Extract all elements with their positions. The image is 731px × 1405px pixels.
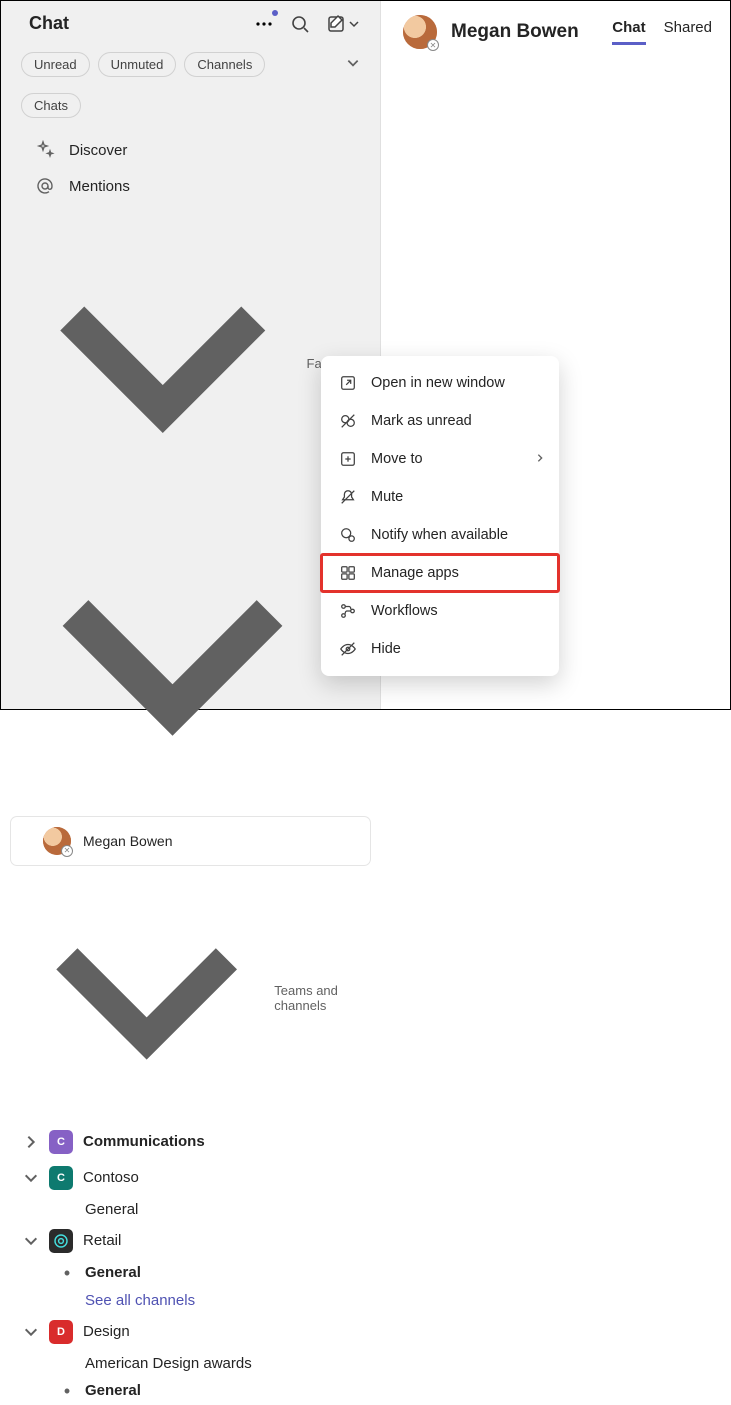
- search-button[interactable]: [290, 14, 310, 34]
- sidebar-header: Chat: [1, 1, 380, 44]
- ctx-label: Notify when available: [371, 527, 508, 543]
- filter-chip-channels[interactable]: Channels: [184, 52, 265, 77]
- mute-icon: [339, 488, 357, 506]
- channel-american-design[interactable]: American Design awards: [1, 1350, 380, 1377]
- team-avatar: [49, 1229, 73, 1253]
- presence-offline-icon: ✕: [427, 39, 439, 51]
- ctx-open-new-window[interactable]: Open in new window: [321, 364, 559, 402]
- team-avatar: D: [49, 1320, 73, 1344]
- ctx-mute[interactable]: Mute: [321, 478, 559, 516]
- see-all-channels-link[interactable]: See all channels: [1, 1287, 380, 1314]
- unread-bullet: •: [59, 1264, 75, 1282]
- move-to-icon: [339, 450, 357, 468]
- section-teams-label: Teams and channels: [274, 983, 360, 1013]
- team-name: Communications: [83, 1133, 205, 1150]
- ctx-manage-apps[interactable]: Manage apps: [321, 554, 559, 592]
- chat-item-megan[interactable]: ✕ Megan Bowen: [11, 817, 370, 865]
- channel-general[interactable]: General: [1, 1196, 380, 1223]
- team-name: Retail: [83, 1232, 121, 1249]
- chevron-down-icon: [27, 879, 266, 1118]
- mark-unread-icon: [339, 412, 357, 430]
- chevron-down-icon: [23, 1324, 39, 1340]
- filter-chip-unmuted[interactable]: Unmuted: [98, 52, 177, 77]
- team-retail[interactable]: Retail: [1, 1223, 380, 1259]
- channel-general[interactable]: • General: [1, 1259, 380, 1287]
- ctx-label: Manage apps: [371, 565, 459, 581]
- team-communications[interactable]: C Communications: [1, 1124, 380, 1160]
- nav-discover[interactable]: Discover: [1, 132, 380, 168]
- avatar: ✕: [43, 827, 71, 855]
- compose-dropdown[interactable]: [348, 14, 360, 34]
- filter-chip-chats[interactable]: Chats: [21, 93, 81, 118]
- chevron-down-icon: [27, 516, 318, 807]
- filter-chips: Unread Unmuted Channels Chats: [1, 44, 380, 126]
- team-avatar: C: [49, 1130, 73, 1154]
- at-icon: [35, 176, 55, 196]
- team-design[interactable]: D Design: [1, 1314, 380, 1350]
- more-options-button[interactable]: [254, 14, 274, 34]
- chat-header-title: Megan Bowen: [451, 21, 598, 43]
- team-avatar: C: [49, 1166, 73, 1190]
- manage-apps-icon: [339, 564, 357, 582]
- chat-item-name: Megan Bowen: [83, 833, 173, 849]
- channel-name: General: [85, 1382, 141, 1399]
- chevron-down-icon: [27, 228, 299, 500]
- ctx-mark-unread[interactable]: Mark as unread: [321, 402, 559, 440]
- section-teams[interactable]: Teams and channels: [1, 869, 380, 1124]
- channel-name: American Design awards: [85, 1355, 252, 1372]
- notification-dot: [272, 10, 278, 16]
- ctx-label: Open in new window: [371, 375, 505, 391]
- ctx-label: Workflows: [371, 603, 438, 619]
- ctx-hide[interactable]: Hide: [321, 630, 559, 668]
- channel-name: General: [85, 1201, 138, 1218]
- unread-bullet: •: [59, 1382, 75, 1400]
- tab-shared[interactable]: Shared: [664, 19, 712, 45]
- channel-general[interactable]: • General: [1, 1377, 380, 1405]
- open-new-window-icon: [339, 374, 357, 392]
- ctx-move-to[interactable]: Move to: [321, 440, 559, 478]
- context-menu: Open in new window Mark as unread Move t…: [321, 356, 559, 676]
- chevron-down-icon: [23, 1170, 39, 1186]
- presence-offline-icon: ✕: [61, 845, 73, 857]
- filter-chip-unread[interactable]: Unread: [21, 52, 90, 77]
- team-name: Contoso: [83, 1169, 139, 1186]
- tab-chat[interactable]: Chat: [612, 19, 645, 45]
- channel-name: General: [85, 1264, 141, 1281]
- team-name: Design: [83, 1323, 130, 1340]
- nav-mentions-label: Mentions: [69, 178, 130, 195]
- chat-header: ✕ Megan Bowen Chat Shared: [381, 1, 730, 57]
- ctx-notify-available[interactable]: Notify when available: [321, 516, 559, 554]
- workflows-icon: [339, 602, 357, 620]
- chevron-right-icon: [535, 451, 545, 467]
- chevron-down-icon: [23, 1233, 39, 1249]
- team-contoso[interactable]: C Contoso: [1, 1160, 380, 1196]
- nav-mentions[interactable]: Mentions: [1, 168, 380, 204]
- avatar: ✕: [403, 15, 437, 49]
- channel-name: See all channels: [85, 1292, 195, 1309]
- ctx-label: Mute: [371, 489, 403, 505]
- nav-discover-label: Discover: [69, 142, 127, 159]
- ctx-label: Move to: [371, 451, 423, 467]
- filters-expand-button[interactable]: [342, 52, 364, 77]
- ctx-label: Hide: [371, 641, 401, 657]
- sparkle-icon: [35, 140, 55, 160]
- ctx-label: Mark as unread: [371, 413, 472, 429]
- compose-button[interactable]: [326, 14, 346, 34]
- ctx-workflows[interactable]: Workflows: [321, 592, 559, 630]
- notify-icon: [339, 526, 357, 544]
- hide-icon: [339, 640, 357, 658]
- chevron-right-icon: [23, 1134, 39, 1150]
- chat-title: Chat: [29, 13, 254, 34]
